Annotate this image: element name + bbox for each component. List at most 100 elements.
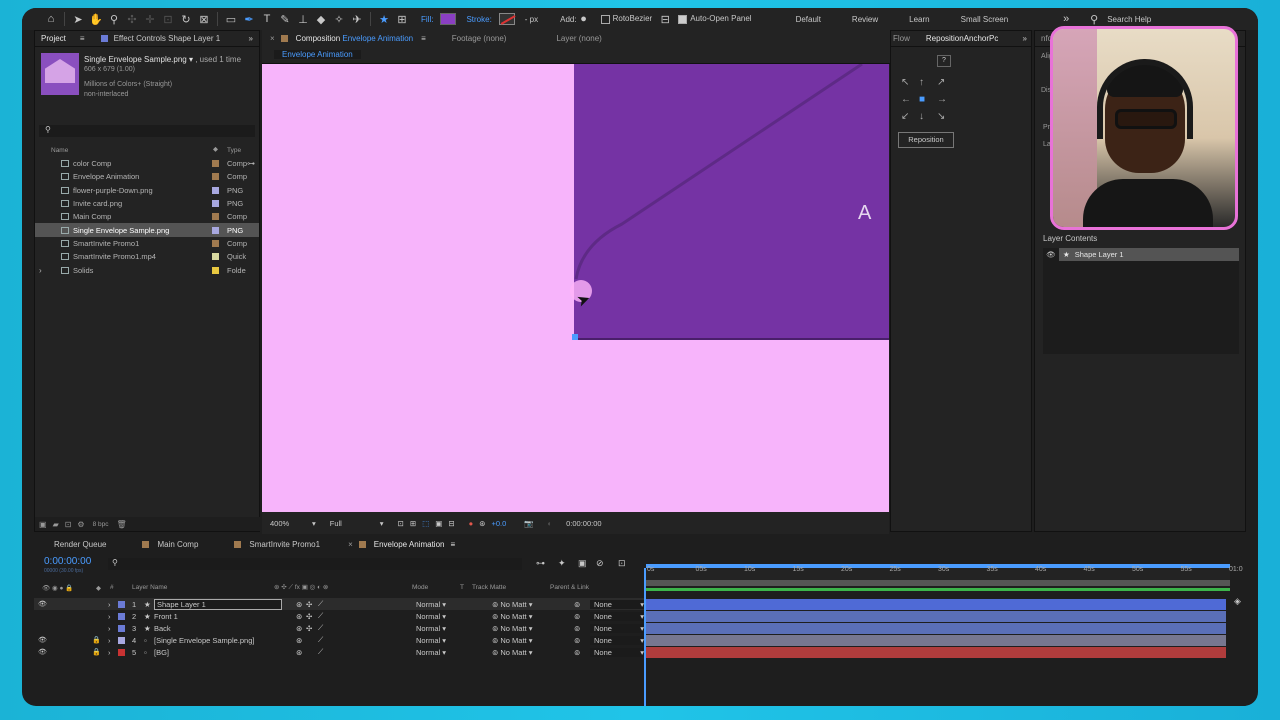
layer-name[interactable]: Shape Layer 1: [154, 598, 282, 610]
label-color[interactable]: [118, 612, 125, 620]
collapse-switch-icon[interactable]: ✣: [306, 612, 312, 621]
puppet-tool-icon[interactable]: ✈: [348, 10, 366, 28]
shy-switch-icon[interactable]: ⊛: [296, 636, 302, 645]
mode-dropdown[interactable]: Normal ▾: [416, 612, 446, 621]
draft-3d-icon[interactable]: ✦: [558, 558, 566, 569]
collapse-switch-icon[interactable]: ✣: [306, 624, 312, 633]
anchor-bottom-icon[interactable]: ↓: [919, 111, 937, 128]
snapshot-icon[interactable]: 📷: [524, 519, 533, 528]
graph-editor-icon[interactable]: ⊡: [618, 558, 626, 569]
expand-chevron-icon[interactable]: ›: [108, 600, 111, 609]
project-item[interactable]: › Solids Folde: [35, 263, 259, 276]
shape-options-icon[interactable]: ⊟: [656, 10, 674, 28]
lock-icon[interactable]: 🔒: [92, 636, 101, 644]
tab-reposition-anchor[interactable]: RepositionAnchorPc: [926, 34, 998, 43]
label-color[interactable]: [118, 600, 125, 608]
col-track-matte[interactable]: Track Matte: [472, 584, 506, 591]
project-item[interactable]: Envelope Animation Comp: [35, 170, 259, 183]
anchor-top-left-icon[interactable]: ↖: [901, 77, 919, 94]
trash-icon[interactable]: 🗑: [117, 520, 127, 529]
orbit-tool-icon[interactable]: ✣: [123, 10, 141, 28]
tab-render-queue[interactable]: Render Queue: [54, 540, 106, 549]
parent-pickwhip-icon[interactable]: ⊚: [574, 648, 580, 657]
layer-row[interactable]: › 2 ★ Front 1 ⊛ ✣ ⟋ Normal ▾ ⊚ No Matt ▾ ⊚ None ▾: [34, 610, 646, 622]
tab-footage[interactable]: Footage (none): [452, 34, 507, 43]
project-item[interactable]: Invite card.png PNG: [35, 197, 259, 210]
bpc[interactable]: 8 bpc: [93, 521, 109, 528]
stroke-swatch[interactable]: [498, 13, 515, 25]
timeline-search[interactable]: ⚲: [108, 558, 522, 570]
eye-icon[interactable]: 👁: [38, 600, 47, 608]
rectangle-tool-icon[interactable]: ▭: [222, 10, 240, 28]
anchor-bottom-right-icon[interactable]: ↘: [937, 111, 955, 128]
brush-tool-icon[interactable]: ✎: [276, 10, 294, 28]
tab-smartinvite-promo1[interactable]: SmartInvite Promo1: [234, 540, 320, 549]
parent-pickwhip-icon[interactable]: ⊚: [574, 636, 580, 645]
quality-switch-icon[interactable]: ⟋: [318, 611, 323, 621]
col-mode[interactable]: Mode: [412, 584, 428, 591]
pan-behind-tool-icon[interactable]: ⊠: [195, 10, 213, 28]
stroke-width[interactable]: - px: [525, 15, 538, 24]
layer-name[interactable]: [BG]: [154, 648, 169, 657]
tab-envelope-animation[interactable]: × Envelope Animation ≡: [348, 540, 455, 549]
project-item[interactable]: SmartInvite Promo1.mp4 Quick: [35, 250, 259, 263]
label-color[interactable]: [212, 213, 219, 221]
shy-switch-icon[interactable]: ⊛: [296, 624, 302, 633]
track-matte-dropdown[interactable]: ⊚ No Matt ▾: [492, 636, 532, 645]
eye-icon[interactable]: 👁: [1043, 250, 1059, 259]
parent-dropdown[interactable]: None ▾: [590, 635, 646, 645]
comp-flowchart-icon[interactable]: ⊶: [536, 558, 545, 569]
label-color[interactable]: [212, 200, 219, 208]
label-color[interactable]: [118, 648, 125, 656]
expand-chevron-icon[interactable]: ›: [108, 636, 111, 645]
auto-open-option[interactable]: Auto-Open Panel: [678, 14, 752, 24]
eraser-tool-icon[interactable]: ◆: [312, 10, 330, 28]
anchor-top-icon[interactable]: ↑: [919, 77, 937, 94]
layer-name[interactable]: Back: [154, 624, 171, 633]
project-item[interactable]: Main Comp Comp: [35, 210, 259, 223]
layer-duration-bar[interactable]: [646, 647, 1226, 658]
quality-switch-icon[interactable]: ⟋: [318, 599, 323, 609]
layer-duration-bar[interactable]: [646, 635, 1226, 646]
home-icon[interactable]: ⌂: [42, 10, 60, 28]
auto-open-checkbox[interactable]: [678, 14, 688, 24]
label-color[interactable]: [212, 226, 219, 234]
anchor-right-icon[interactable]: →: [937, 94, 955, 111]
reposition-button[interactable]: Reposition: [898, 132, 954, 148]
grid-icon[interactable]: ⊟: [448, 519, 454, 528]
rotate-tool-icon[interactable]: ↻: [177, 10, 195, 28]
tab-layer[interactable]: Layer (none): [556, 34, 601, 43]
layer-duration-bar[interactable]: [646, 623, 1226, 634]
parent-pickwhip-icon[interactable]: ⊚: [574, 600, 580, 609]
tab-project[interactable]: Project: [41, 34, 66, 43]
label-color[interactable]: [212, 186, 219, 194]
expand-chevron-icon[interactable]: ›: [108, 624, 111, 633]
exposure-value[interactable]: +0.0: [491, 519, 506, 528]
parent-dropdown[interactable]: None ▾: [590, 599, 646, 609]
track-matte-dropdown[interactable]: ⊚ No Matt ▾: [492, 600, 532, 609]
zoom-tool-icon[interactable]: ⚲: [105, 10, 123, 28]
mode-dropdown[interactable]: Normal ▾: [416, 648, 446, 657]
resolution-dropdown[interactable]: Full: [330, 519, 380, 528]
clone-stamp-tool-icon[interactable]: ⊥: [294, 10, 312, 28]
col-parent[interactable]: Parent & Link: [550, 584, 589, 591]
label-color[interactable]: [212, 253, 219, 261]
workspace-small-screen[interactable]: Small Screen: [961, 15, 1009, 24]
label-color[interactable]: [212, 160, 219, 168]
expand-chevron-icon[interactable]: ›: [39, 266, 42, 275]
adjust-icon[interactable]: ⚙: [77, 520, 84, 529]
quality-switch-icon[interactable]: ⟋: [318, 623, 323, 633]
shy-switch-icon[interactable]: ⊛: [296, 612, 302, 621]
more-panels-icon[interactable]: »: [1023, 34, 1027, 43]
parent-pickwhip-icon[interactable]: ⊚: [574, 624, 580, 633]
star-icon[interactable]: ★: [375, 10, 393, 28]
parent-dropdown[interactable]: None ▾: [590, 647, 646, 657]
panel-menu-icon[interactable]: ≡: [80, 34, 85, 43]
shy-switch-icon[interactable]: ⊛: [296, 648, 302, 657]
layer-row[interactable]: 👁 › 1 ★ Shape Layer 1 ⊛ ✣ ⟋ Normal ▾ ⊚ No Matt ▾ ⊚…: [34, 598, 646, 610]
mode-dropdown[interactable]: Normal ▾: [416, 600, 446, 609]
col-layer-name[interactable]: Layer Name: [132, 584, 167, 591]
project-item[interactable]: SmartInvite Promo1 Comp: [35, 237, 259, 250]
col-type[interactable]: Type: [227, 147, 241, 154]
workspace-review[interactable]: Review: [852, 15, 878, 24]
